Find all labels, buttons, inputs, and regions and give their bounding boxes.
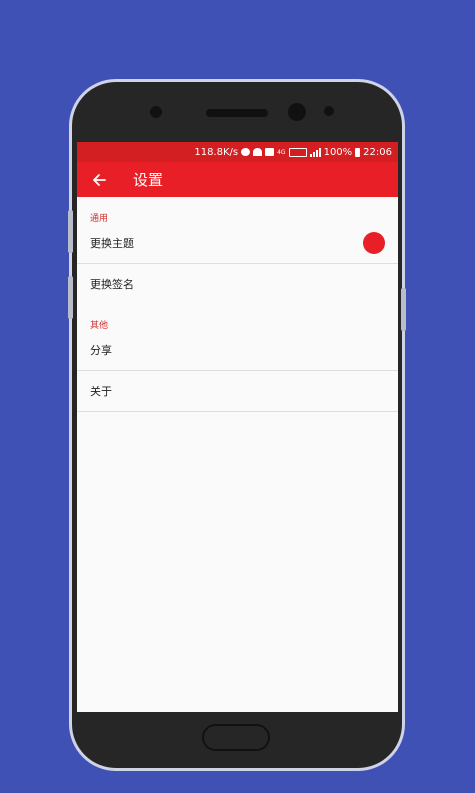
clock: 22:06 xyxy=(363,146,392,158)
back-button[interactable] xyxy=(77,162,121,197)
wifi-icon xyxy=(253,148,263,156)
status-bar: 118.8K/s 4G 100% 22:06 xyxy=(77,142,398,162)
section-header-other: 其他 xyxy=(90,321,109,331)
page-title: 设置 xyxy=(133,171,164,189)
section-header-general: 通用 xyxy=(90,214,109,224)
volume-down-button xyxy=(68,276,73,319)
change-theme-label: 更换主题 xyxy=(90,237,134,250)
sim-icon xyxy=(265,148,275,156)
earpiece-speaker xyxy=(206,109,268,117)
theme-color-swatch xyxy=(363,232,385,254)
network-speed: 118.8K/s xyxy=(194,146,239,158)
share-item[interactable]: 分享 xyxy=(77,330,398,371)
battery-icon xyxy=(355,147,361,157)
arrow-left-icon xyxy=(93,173,106,186)
volume-up-button xyxy=(68,210,73,253)
settings-list: 通用 更换主题 更换签名 其他 分享 关于 xyxy=(77,197,398,412)
front-sensor xyxy=(150,106,162,118)
alarm-icon xyxy=(241,148,251,156)
screen: 118.8K/s 4G 100% 22:06 设置 通用 更换主题 更换签名 其… xyxy=(77,142,398,712)
signal-icon xyxy=(309,147,321,157)
change-signature-label: 更换签名 xyxy=(90,278,134,291)
about-label: 关于 xyxy=(90,385,112,398)
share-label: 分享 xyxy=(90,344,112,357)
about-item[interactable]: 关于 xyxy=(77,371,398,412)
home-button xyxy=(202,724,270,751)
network-type: 4G xyxy=(277,148,286,156)
front-camera xyxy=(288,103,306,121)
proximity-sensor xyxy=(324,106,334,116)
change-signature-item[interactable]: 更换签名 xyxy=(77,264,398,304)
change-theme-item[interactable]: 更换主题 xyxy=(77,223,398,264)
volte-icon xyxy=(288,147,307,157)
app-bar: 设置 xyxy=(77,162,398,197)
battery-percent: 100% xyxy=(323,146,353,158)
power-button xyxy=(401,288,406,331)
